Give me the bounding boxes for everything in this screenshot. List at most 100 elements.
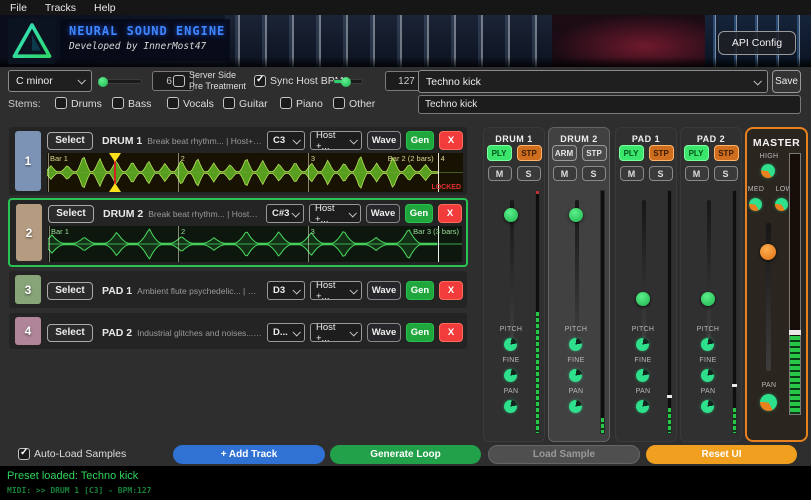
track-number-badge[interactable]: 4 [15, 317, 41, 345]
med-eq-knob[interactable] [749, 198, 762, 211]
host-sync-select[interactable]: Host +... [309, 204, 361, 223]
playhead-marker[interactable] [109, 153, 121, 192]
save-preset-button[interactable]: Save [772, 70, 801, 93]
app-logo-icon [8, 18, 55, 64]
pitch-knob[interactable] [636, 338, 649, 351]
pitch-knob[interactable] [701, 338, 714, 351]
delete-track-button[interactable]: X [438, 204, 462, 223]
pitch-knob[interactable] [504, 338, 517, 351]
track-select-button[interactable]: Select [47, 132, 93, 150]
high-label: HIGH [747, 153, 791, 160]
track-number-badge[interactable]: 3 [15, 275, 41, 304]
preset-select[interactable]: Techno kick [418, 70, 768, 93]
stop-button[interactable]: STP [649, 145, 674, 161]
menu-tracks[interactable]: Tracks [45, 2, 76, 14]
volume-fader-handle[interactable] [569, 208, 583, 222]
track-number-badge[interactable]: 2 [16, 204, 42, 261]
pan-knob[interactable] [636, 400, 649, 413]
stem-piano-checkbox[interactable] [280, 97, 292, 109]
pitch-knob[interactable] [569, 338, 582, 351]
pre-treatment-slider[interactable] [96, 79, 142, 84]
delete-track-button[interactable]: X [439, 281, 463, 300]
stop-button[interactable]: STP [582, 145, 607, 161]
generate-button[interactable]: Gen [406, 131, 434, 150]
note-select[interactable]: C3 [267, 131, 305, 150]
slider-handle[interactable] [341, 77, 351, 87]
bpm-slider[interactable] [333, 79, 363, 84]
pan-knob[interactable] [569, 400, 582, 413]
stem-bass-checkbox[interactable] [112, 97, 124, 109]
fine-knob[interactable] [636, 369, 649, 382]
mute-button[interactable]: M [553, 166, 577, 181]
menu-help[interactable]: Help [94, 2, 116, 14]
track-number-badge[interactable]: 1 [15, 131, 41, 191]
generate-button[interactable]: Gen [406, 323, 434, 342]
generate-button[interactable]: Gen [405, 204, 433, 223]
api-config-button[interactable]: API Config [718, 31, 796, 55]
delete-track-button[interactable]: X [439, 323, 463, 342]
bar-line [178, 153, 179, 192]
play-button[interactable]: PLY [487, 145, 512, 161]
fine-knob[interactable] [701, 369, 714, 382]
menu-file[interactable]: File [10, 2, 27, 14]
chevron-down-icon [349, 286, 357, 294]
mute-button[interactable]: M [620, 166, 644, 181]
pan-knob[interactable] [504, 400, 517, 413]
waveform-display[interactable]: Bar 1 2 3 Bar 2 (2 bars) 4 LOCKED [47, 153, 463, 192]
note-select[interactable]: C#3 [266, 204, 304, 223]
delete-track-button[interactable]: X [439, 131, 463, 150]
track-select-button[interactable]: Select [47, 282, 93, 300]
server-side-checkbox[interactable] [173, 75, 185, 87]
waveform-display[interactable]: Bar 1 2 3 Bar 3 (3 bars) [48, 226, 462, 262]
auto-load-samples-checkbox[interactable] [18, 448, 30, 460]
volume-fader-handle[interactable] [504, 208, 518, 222]
wave-button[interactable]: Wave [366, 204, 400, 223]
solo-button[interactable]: S [714, 166, 738, 181]
pan-knob[interactable] [701, 400, 714, 413]
play-button[interactable]: PLY [684, 145, 709, 161]
slider-handle[interactable] [98, 77, 108, 87]
master-fader-handle[interactable] [760, 244, 776, 260]
pan-label: PAN [747, 382, 791, 389]
stop-button[interactable]: STP [517, 145, 542, 161]
reset-ui-button[interactable]: Reset UI [646, 445, 797, 464]
solo-button[interactable]: S [517, 166, 541, 181]
generate-loop-button[interactable]: Generate Loop [330, 445, 481, 464]
stem-vocals-checkbox[interactable] [167, 97, 179, 109]
mute-button[interactable]: M [488, 166, 512, 181]
add-track-button[interactable]: + Add Track [173, 445, 325, 464]
host-sync-select[interactable]: Host +... [310, 281, 362, 300]
track-select-button[interactable]: Select [47, 324, 93, 342]
auto-load-samples-label: Auto-Load Samples [34, 448, 126, 460]
host-sync-select[interactable]: Host +... [310, 323, 362, 342]
mute-button[interactable]: M [685, 166, 709, 181]
preset-name-input[interactable]: Techno kick [418, 95, 801, 114]
high-eq-knob[interactable] [761, 164, 775, 178]
note-select[interactable]: D... [267, 323, 305, 342]
wave-button[interactable]: Wave [367, 131, 401, 150]
play-button[interactable]: PLY [619, 145, 644, 161]
volume-fader-handle[interactable] [636, 292, 650, 306]
master-pan-knob[interactable] [760, 394, 777, 411]
stem-other-checkbox[interactable] [333, 97, 345, 109]
mixer-channel-drum1: DRUM 1 PLY STP M S PITCH FINE PAN [483, 127, 545, 442]
wave-button[interactable]: Wave [367, 281, 401, 300]
wave-button[interactable]: Wave [367, 323, 401, 342]
host-sync-select[interactable]: Host +... [310, 131, 362, 150]
arm-button[interactable]: ARM [552, 145, 577, 161]
generate-button[interactable]: Gen [406, 281, 434, 300]
stem-guitar-checkbox[interactable] [223, 97, 235, 109]
note-select[interactable]: D3 [267, 281, 305, 300]
solo-button[interactable]: S [649, 166, 673, 181]
stop-button[interactable]: STP [714, 145, 739, 161]
solo-button[interactable]: S [582, 166, 606, 181]
load-sample-button[interactable]: Load Sample [488, 445, 640, 464]
low-eq-knob[interactable] [775, 198, 788, 211]
sync-host-bpm-checkbox[interactable] [254, 75, 266, 87]
stem-drums-checkbox[interactable] [55, 97, 67, 109]
volume-fader-handle[interactable] [701, 292, 715, 306]
track-select-button[interactable]: Select [48, 205, 94, 223]
fine-knob[interactable] [569, 369, 582, 382]
key-select[interactable]: C minor [8, 70, 92, 92]
fine-knob[interactable] [504, 369, 517, 382]
